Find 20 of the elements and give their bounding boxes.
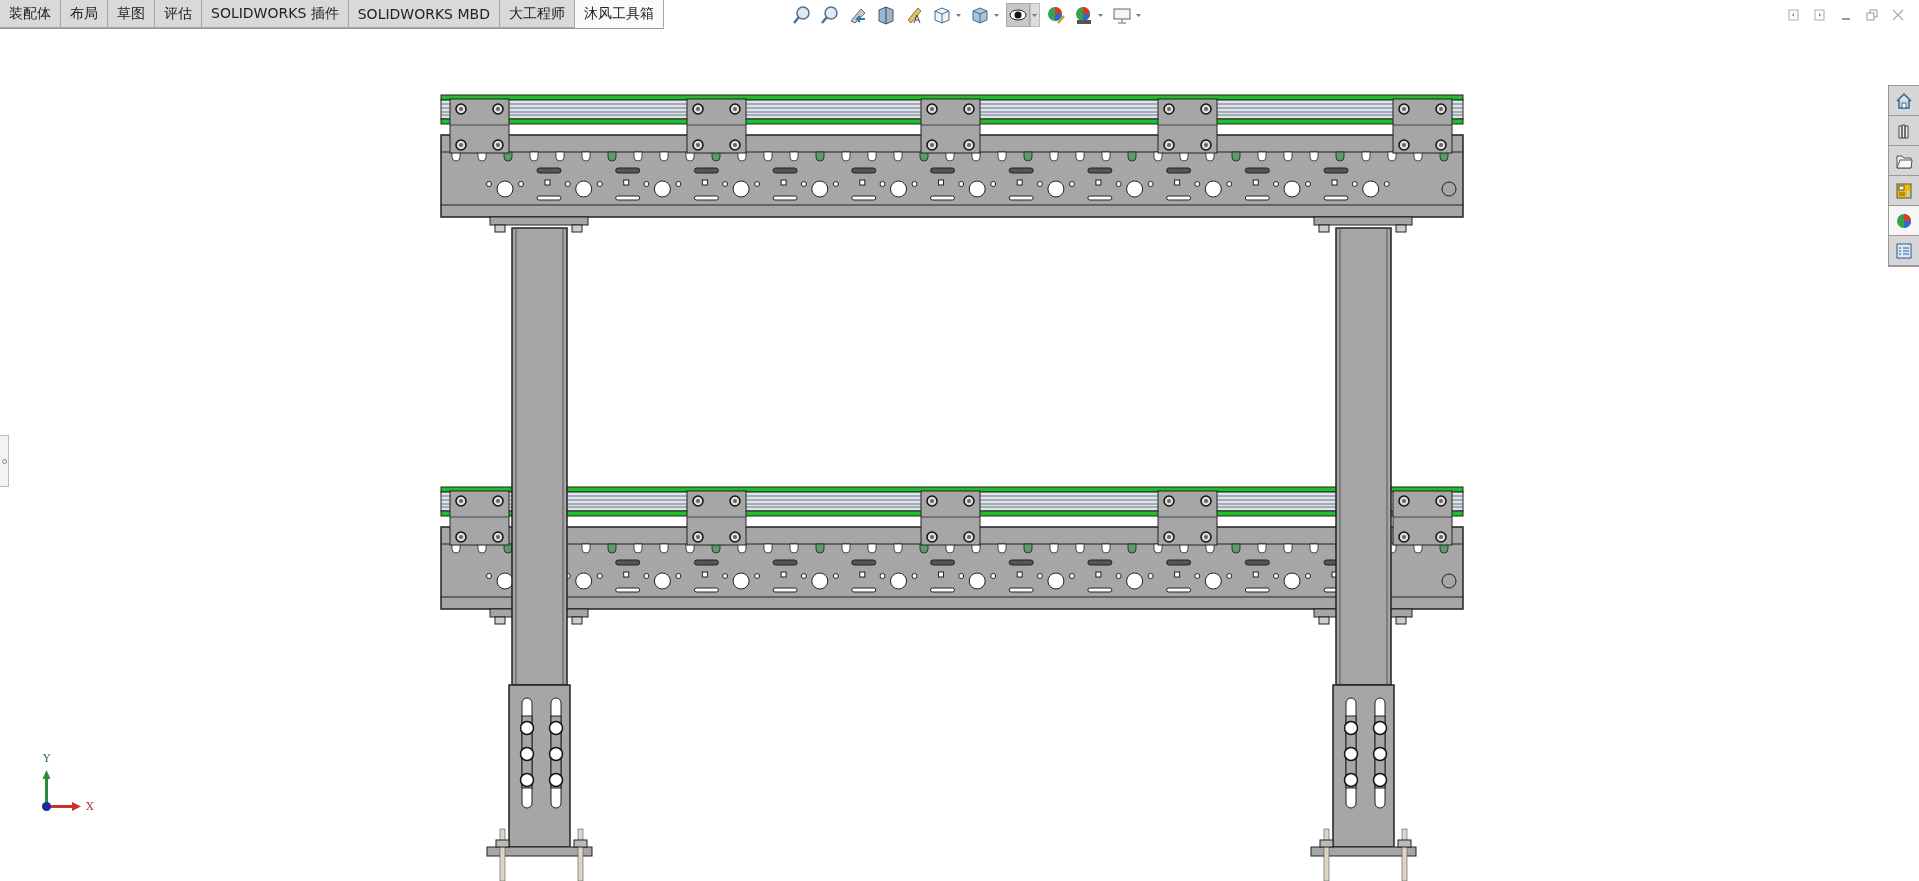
list-icon[interactable] <box>1889 236 1919 266</box>
eye-icon[interactable] <box>1005 3 1030 27</box>
panel-toggle-handle[interactable] <box>0 435 9 487</box>
books-icon[interactable] <box>1889 116 1919 146</box>
ribbon-tab[interactable]: 大工程师 <box>499 0 575 28</box>
ribbon-tab[interactable]: SOLIDWORKS MBD <box>348 0 500 28</box>
close-icon[interactable] <box>1891 8 1905 22</box>
ribbon-tab[interactable]: 沐风工具箱 <box>574 0 664 28</box>
ribbon-tab[interactable]: SOLIDWORKS 插件 <box>202 0 349 28</box>
ribbon-tab[interactable]: 草图 <box>108 0 155 28</box>
y-axis-label: Y <box>43 753 51 764</box>
restore-icon[interactable] <box>1865 8 1879 22</box>
folder-icon[interactable] <box>1889 146 1919 176</box>
view-palette-icon[interactable] <box>1889 176 1919 206</box>
x-axis-label: X <box>86 801 94 812</box>
ribbon-tab[interactable]: 布局 <box>61 0 108 28</box>
home-icon[interactable] <box>1889 86 1919 116</box>
axis-triad-icon <box>40 768 82 812</box>
ribbon-tab[interactable]: 评估 <box>155 0 202 28</box>
ribbon-tab[interactable]: 装配体 <box>0 0 61 28</box>
